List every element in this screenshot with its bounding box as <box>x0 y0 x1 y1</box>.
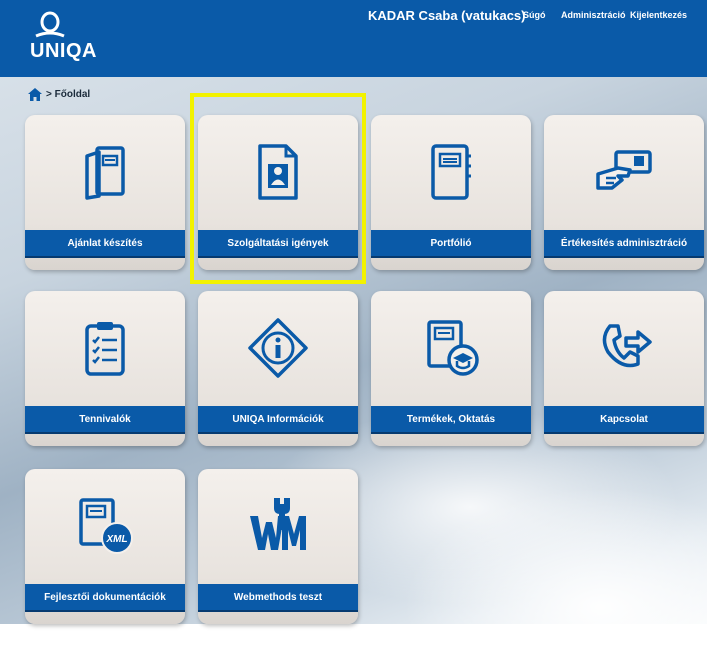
tile-portfolio[interactable]: Portfólió <box>371 115 531 270</box>
user-name: KADAR Csaba (vatukacs) <box>368 8 526 23</box>
tile-uniqa-informaciok[interactable]: UNIQA Információk <box>198 291 358 446</box>
tile-label: Tennivalók <box>25 406 185 432</box>
phone-arrow-icon <box>602 324 652 368</box>
logout-link[interactable]: Kijelentkezés <box>630 10 687 20</box>
help-link[interactable]: Súgó <box>523 10 546 20</box>
tile-label: Webmethods teszt <box>198 584 358 610</box>
admin-link[interactable]: Adminisztráció <box>561 10 626 20</box>
tile-label: Fejlesztői dokumentációk <box>25 584 185 610</box>
svg-text:XML: XML <box>105 534 127 545</box>
home-icon[interactable] <box>28 88 42 101</box>
education-document-icon <box>427 320 479 376</box>
xml-document-icon: XML <box>79 498 133 554</box>
tile-label: Portfólió <box>371 230 531 256</box>
tile-ertekesites-adminisztracio[interactable]: Értékesítés adminisztráció <box>544 115 704 270</box>
tile-fejlesztoi-dokumentaciok[interactable]: XML Fejlesztői dokumentációk <box>25 469 185 624</box>
tile-label: Ajánlat készítés <box>25 230 185 256</box>
checklist-clipboard-icon <box>85 322 125 376</box>
tile-label: Termékek, Oktatás <box>371 406 531 432</box>
tile-termekek-oktatas[interactable]: Termékek, Oktatás <box>371 291 531 446</box>
info-sign-icon <box>248 318 308 378</box>
notebook-icon <box>431 144 471 200</box>
tile-ajanlat-keszites[interactable]: Ajánlat készítés <box>25 115 185 270</box>
breadcrumb-current: > Főoldal <box>46 89 91 100</box>
tile-kapcsolat[interactable]: Kapcsolat <box>544 291 704 446</box>
top-header: UNIQA KADAR Csaba (vatukacs) Súgó Admini… <box>0 0 707 77</box>
tile-webmethods-teszt[interactable]: Webmethods teszt <box>198 469 358 624</box>
uniqa-logo[interactable]: UNIQA <box>30 10 100 70</box>
breadcrumb: > Főoldal <box>28 88 90 101</box>
tile-label: Értékesítés adminisztráció <box>544 230 704 256</box>
wm-wrench-icon <box>250 498 306 550</box>
hand-card-icon <box>596 150 652 190</box>
uniqa-emblem-icon <box>35 11 65 38</box>
document-icon <box>85 146 125 200</box>
highlight-box <box>190 93 366 284</box>
tile-label: Kapcsolat <box>544 406 704 432</box>
tile-tennivalok[interactable]: Tennivalók <box>25 291 185 446</box>
logo-text: UNIQA <box>30 40 97 62</box>
tile-label: UNIQA Információk <box>198 406 358 432</box>
